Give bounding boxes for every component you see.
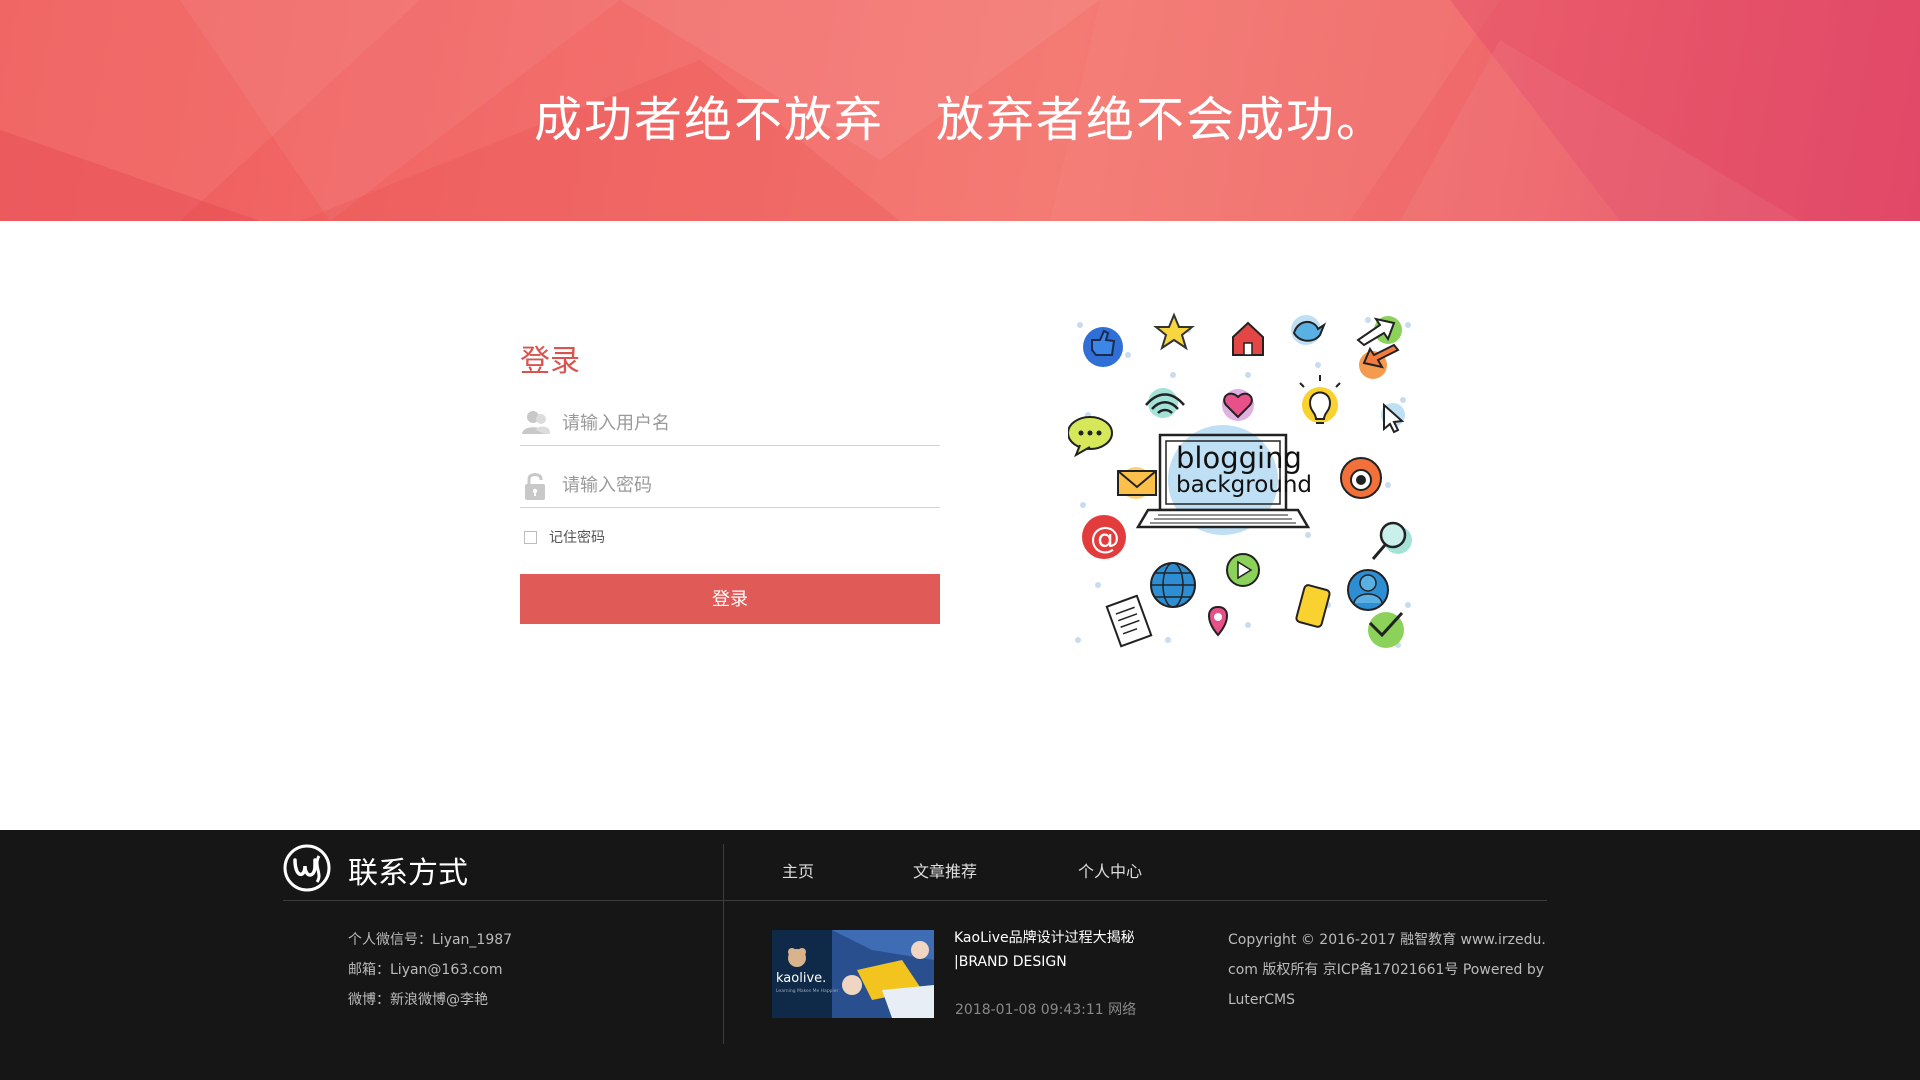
phone-icon: [1295, 584, 1331, 628]
copyright-text: Copyright © 2016-2017 融智教育 www.irzedu.co…: [1228, 932, 1546, 1008]
username-field: [520, 402, 940, 446]
remember-label: 记住密码: [549, 530, 605, 546]
thumb-tagline: Learning Makes Me Happier: [776, 988, 839, 994]
chat-bubble-icon: [1067, 416, 1113, 458]
slogan-part-2: 放弃者绝不会成功。: [936, 92, 1387, 148]
login-button[interactable]: 登录: [520, 574, 940, 624]
cursor-icon: [1381, 402, 1405, 434]
camera-icon: [1340, 457, 1382, 499]
remember-checkbox[interactable]: [524, 530, 537, 544]
password-input[interactable]: [562, 470, 932, 500]
contact-info: 个人微信号：Liyan_1987 邮箱：Liyan@163.com 微博：新浪微…: [348, 925, 512, 1015]
password-field: [520, 464, 940, 508]
login-form: 登录 记住密码 登录: [520, 340, 940, 624]
username-input[interactable]: [562, 408, 932, 438]
news-meta: 2018-01-08 09:43:11 网络: [955, 1002, 1137, 1018]
footer-nav-articles[interactable]: 文章推荐: [913, 858, 977, 882]
heart-icon: [1222, 389, 1254, 421]
remember-password[interactable]: 记住密码: [520, 528, 940, 546]
lock-icon: [522, 470, 550, 500]
wifi-icon: [1145, 388, 1185, 418]
contact-weibo: 微博：新浪微博@李艳: [348, 992, 488, 1008]
lightbulb-icon: [1299, 375, 1341, 424]
globe-icon: [1150, 562, 1196, 608]
divider: [724, 900, 1547, 901]
share-arrows-icon: [1356, 316, 1402, 379]
blogging-illustration: blogging background @: [1067, 305, 1418, 655]
news-thumbnail[interactable]: kaolive. Learning Makes Me Happier: [772, 930, 934, 1018]
banner-slogan: 成功者绝不放弃 放弃者绝不会成功。: [0, 80, 1920, 150]
contact-title: 联系方式: [348, 856, 468, 891]
svg-text:@: @: [1090, 521, 1120, 556]
illus-line2: background: [1176, 472, 1312, 498]
divider: [283, 900, 723, 901]
brand-logo-icon: [283, 844, 331, 892]
login-title: 登录: [520, 344, 580, 379]
document-icon: [1105, 594, 1153, 648]
play-button-icon: [1226, 553, 1260, 587]
checkmark-icon: [1368, 611, 1404, 648]
hero-banner: 成功者绝不放弃 放弃者绝不会成功。: [0, 0, 1920, 221]
slogan-part-1: 成功者绝不放弃: [533, 92, 884, 148]
user-profile-icon: [1347, 569, 1389, 611]
at-sign-icon: @: [1082, 515, 1126, 559]
home-icon: [1232, 321, 1264, 356]
illus-line1: blogging: [1176, 441, 1302, 475]
star-icon: [1153, 312, 1195, 351]
thumbs-up-icon: [1083, 327, 1123, 367]
user-icon: [522, 408, 550, 438]
search-icon: [1371, 521, 1412, 560]
bird-icon: [1291, 315, 1327, 345]
contact-email: 邮箱：Liyan@163.com: [348, 962, 503, 978]
site-footer: 联系方式 个人微信号：Liyan_1987 邮箱：Liyan@163.com 微…: [0, 830, 1920, 1080]
location-pin-icon: [1208, 605, 1228, 637]
footer-nav-home[interactable]: 主页: [782, 858, 814, 882]
thumb-brand: kaolive.: [776, 971, 826, 986]
envelope-icon: [1117, 467, 1157, 499]
divider: [723, 844, 724, 1044]
footer-nav-profile[interactable]: 个人中心: [1078, 858, 1142, 882]
news-title-link[interactable]: KaoLive品牌设计过程大揭秘 |BRAND DESIGN: [954, 926, 1154, 974]
contact-wechat: 个人微信号：Liyan_1987: [348, 932, 513, 948]
